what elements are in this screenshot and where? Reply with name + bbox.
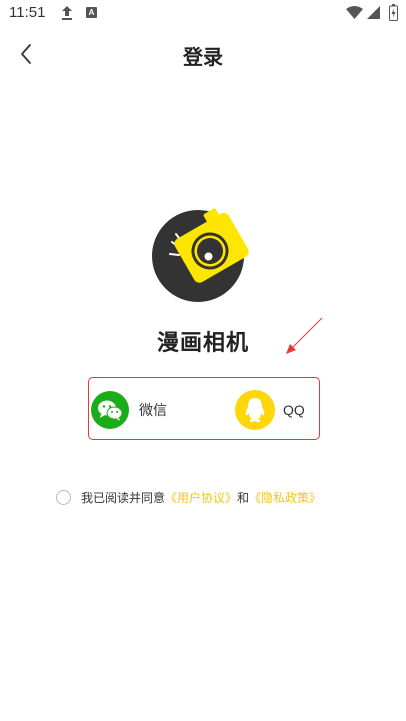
qq-label: QQ (283, 402, 305, 418)
upload-icon (62, 6, 72, 20)
privacy-policy-link[interactable]: 《隐私政策》 (249, 489, 321, 506)
a-notification-icon: A (86, 7, 97, 18)
agreement-prefix: 我已阅读并同意 (81, 490, 166, 505)
wifi-icon (346, 6, 363, 19)
third-party-login-panel: 微信 QQ (88, 377, 320, 440)
qq-login-button[interactable]: QQ (235, 390, 305, 430)
wechat-icon (91, 391, 129, 429)
wechat-label: 微信 (139, 403, 167, 419)
annotation-arrow (286, 317, 323, 354)
wechat-login-button[interactable]: 微信 (91, 390, 167, 430)
header: 登录 (0, 34, 406, 74)
qq-icon (235, 390, 275, 430)
page-title: 登录 (183, 45, 223, 69)
agreement-and: 和 (237, 490, 250, 505)
status-time: 11:51 (9, 4, 46, 21)
signal-icon (367, 6, 380, 19)
login-screen: 11:51 A 登录 漫画相机 微信 QQ 我已阅读并同意 《用户协议》 和 《… (0, 0, 406, 721)
battery-icon (389, 4, 398, 21)
app-logo-icon (152, 208, 249, 302)
app-name: 漫画相机 (156, 331, 249, 356)
status-bar: 11:51 A (0, 0, 406, 28)
user-agreement-link[interactable]: 《用户协议》 (165, 489, 237, 506)
agreement-checkbox[interactable] (56, 489, 71, 505)
agreement-row: 我已阅读并同意 《用户协议》 和 《隐私政策》 (56, 487, 321, 507)
